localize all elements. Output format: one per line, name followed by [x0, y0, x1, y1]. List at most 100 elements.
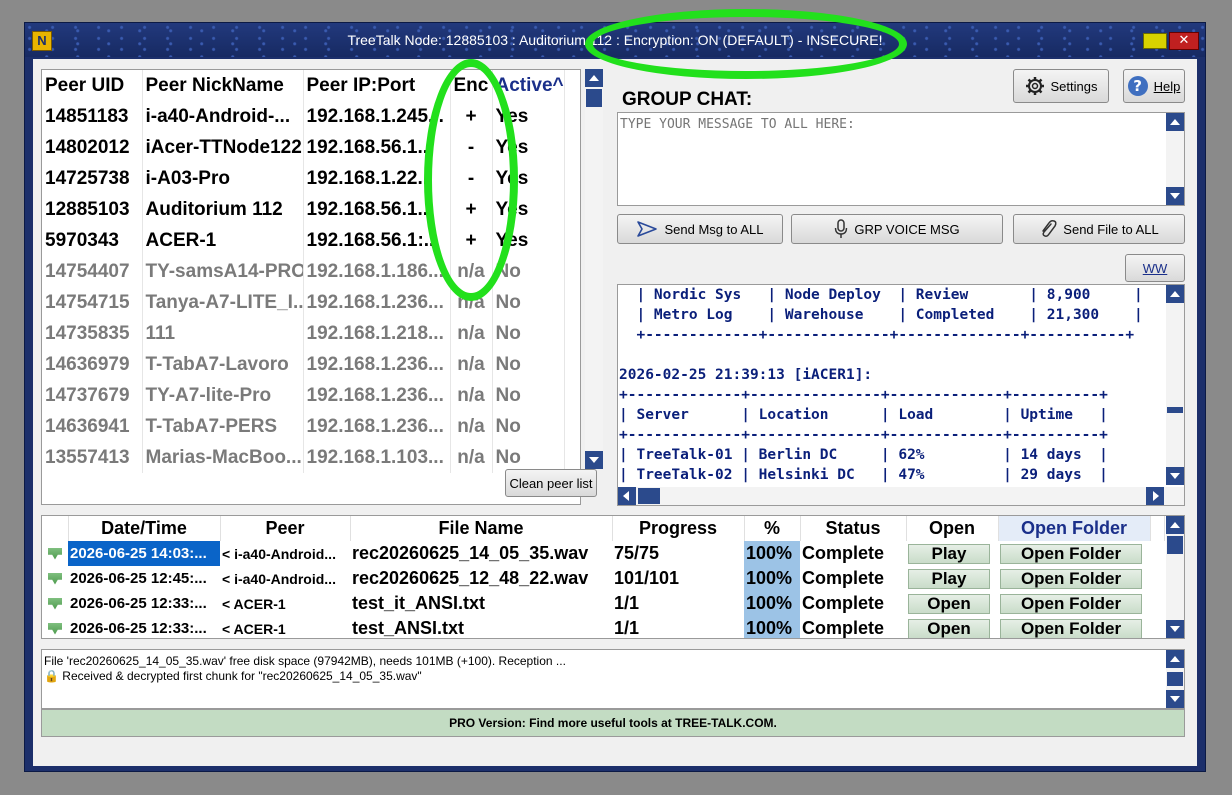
transfer-peer-cell: < ACER-1: [222, 620, 286, 637]
peer-row[interactable]: 5970343 ACER-1 192.168.56.1:... + Yes: [42, 225, 565, 256]
scroll-up-button[interactable]: [1166, 285, 1184, 303]
transfers-scrollbar[interactable]: [1166, 516, 1184, 638]
peer-nickname-cell: TY-samsA14-PRO: [142, 256, 304, 287]
scroll-down-button[interactable]: [1166, 690, 1184, 708]
peer-ip-cell: 192.168.56.1...: [303, 194, 451, 225]
peer-uid-cell: 14754407: [42, 256, 143, 287]
col-status[interactable]: Status: [800, 516, 907, 541]
peer-ip-cell: 192.168.56.1:...: [303, 225, 451, 256]
col-peer[interactable]: Peer: [220, 516, 351, 541]
peer-row[interactable]: 13557413 Marias-MacBoo... 192.168.1.103...…: [42, 442, 565, 473]
send-msg-all-button[interactable]: Send Msg to ALL: [617, 214, 783, 244]
peer-row[interactable]: 14725738 i-A03-Pro 192.168.1.22... - Yes: [42, 163, 565, 194]
gear-icon: [1025, 77, 1044, 95]
peer-ip-cell: 192.168.1.218...: [303, 318, 451, 349]
app-window: N TreeTalk Node: 12885103 : Auditorium 1…: [24, 22, 1206, 772]
col-peer-nickname[interactable]: Peer NickName: [142, 70, 304, 101]
settings-button[interactable]: Settings: [1013, 69, 1109, 103]
scroll-up-button[interactable]: [1166, 650, 1184, 668]
peer-row[interactable]: 14802012 iAcer-TTNode122 192.168.56.1... - Y…: [42, 132, 565, 163]
col-open[interactable]: Open: [906, 516, 999, 541]
scroll-thumb[interactable]: [1167, 407, 1183, 413]
scroll-thumb[interactable]: [638, 488, 660, 504]
message-input[interactable]: [618, 113, 1164, 203]
col-active[interactable]: Active^: [492, 70, 565, 101]
ww-button[interactable]: WW: [1125, 254, 1185, 282]
open-folder-button[interactable]: Open Folder: [1000, 594, 1142, 614]
scroll-up-button[interactable]: [1166, 113, 1184, 131]
transfer-row[interactable]: 2026-06-25 14:03:... < i-a40-Android... re…: [42, 541, 1164, 566]
chat-log-line: | Metro Log | Warehouse | Completed | 21…: [619, 307, 1143, 323]
transfer-row[interactable]: 2026-06-25 12:33:... < ACER-1 test_ANSI.tx…: [42, 616, 1164, 638]
peer-row[interactable]: 14851183 i-a40-Android-... 192.168.1.245..…: [42, 101, 565, 132]
scroll-up-button[interactable]: [585, 69, 603, 87]
scroll-down-button[interactable]: [1166, 467, 1184, 485]
scroll-right-button[interactable]: [1146, 487, 1164, 505]
message-input-scrollbar[interactable]: [1166, 113, 1184, 205]
minimize-icon[interactable]: [1143, 33, 1167, 49]
peer-row[interactable]: 14754407 TY-samsA14-PRO 192.168.1.186... n/…: [42, 256, 565, 287]
scroll-thumb[interactable]: [586, 89, 602, 107]
download-icon: [42, 566, 68, 591]
chat-log-scrollbar[interactable]: [1166, 285, 1184, 485]
open-file-button[interactable]: Open: [908, 594, 990, 614]
status-log-panel: File 'rec20260625_14_05_35.wav' free dis…: [41, 649, 1185, 709]
scroll-up-button[interactable]: [1166, 516, 1184, 534]
col-enc[interactable]: Enc: [450, 70, 493, 101]
peer-row[interactable]: 14735835 111 192.168.1.218... n/a No: [42, 318, 565, 349]
group-voice-msg-label: GRP VOICE MSG: [854, 221, 960, 237]
transfer-date-cell: 2026-06-25 12:33:...: [70, 620, 207, 637]
col-date-time[interactable]: Date/Time: [68, 516, 221, 541]
chat-log-line: [619, 345, 1165, 365]
status-log-line-2: 🔒 Received & decrypted first chunk for "…: [44, 669, 422, 683]
chat-log-hscrollbar[interactable]: [618, 487, 1184, 505]
peer-ip-cell: 192.168.1.103...: [303, 442, 451, 473]
scroll-left-button[interactable]: [618, 487, 636, 505]
peer-enc-cell: -: [450, 132, 493, 163]
clean-peer-list-button[interactable]: Clean peer list: [505, 469, 597, 497]
col-open-folder[interactable]: Open Folder: [998, 516, 1151, 541]
help-button[interactable]: ? Help: [1123, 69, 1185, 103]
scroll-down-button[interactable]: [1166, 187, 1184, 205]
open-folder-button[interactable]: Open Folder: [1000, 544, 1142, 564]
peer-row[interactable]: 14636979 T-TabA7-Lavoro 192.168.1.236... n/…: [42, 349, 565, 380]
open-file-button[interactable]: Open: [908, 619, 990, 638]
col-file-name[interactable]: File Name: [350, 516, 613, 541]
peer-enc-cell: +: [450, 194, 493, 225]
scroll-down-button[interactable]: [1166, 620, 1184, 638]
send-file-all-button[interactable]: Send File to ALL: [1013, 214, 1185, 244]
close-icon[interactable]: ✕: [1169, 32, 1199, 50]
chat-log-line: +-------------+--------------+----------…: [619, 327, 1135, 343]
scroll-down-button[interactable]: [585, 451, 603, 469]
open-file-button[interactable]: Play: [908, 544, 990, 564]
open-folder-button[interactable]: Open Folder: [1000, 569, 1142, 589]
transfer-progress-cell: 1/1: [614, 618, 640, 638]
title-bar[interactable]: N TreeTalk Node: 12885103 : Auditorium 1…: [25, 23, 1205, 57]
help-icon: ?: [1127, 76, 1148, 96]
status-log-scrollbar[interactable]: [1166, 650, 1184, 708]
open-file-button[interactable]: Play: [908, 569, 990, 589]
peer-row[interactable]: 12885103 Auditorium 112 192.168.56.1... + Ye…: [42, 194, 565, 225]
clean-peer-list-label: Clean peer list: [509, 475, 593, 491]
status-log-line-1: File 'rec20260625_14_05_35.wav' free dis…: [44, 654, 566, 668]
scroll-thumb[interactable]: [1167, 536, 1183, 554]
send-msg-all-label: Send Msg to ALL: [664, 221, 764, 237]
help-label: Help: [1153, 78, 1181, 94]
col-progress[interactable]: Progress: [612, 516, 745, 541]
col-peer-ip[interactable]: Peer IP:Port: [303, 70, 451, 101]
peer-table-box: Peer UID Peer NickName Peer IP:Port Enc …: [41, 69, 581, 505]
peer-list-scrollbar[interactable]: [585, 69, 603, 469]
peer-uid-cell: 14802012: [42, 132, 143, 163]
col-percent[interactable]: %: [744, 516, 801, 541]
scroll-thumb[interactable]: [1167, 672, 1183, 686]
open-folder-button[interactable]: Open Folder: [1000, 619, 1142, 638]
group-voice-msg-button[interactable]: GRP VOICE MSG: [791, 214, 1003, 244]
footer-banner[interactable]: PRO Version: Find more useful tools at T…: [41, 709, 1185, 737]
col-peer-uid[interactable]: Peer UID: [42, 70, 143, 101]
download-icon: [42, 591, 68, 616]
peer-row[interactable]: 14737679 TY-A7-lite-Pro 192.168.1.236... n/…: [42, 380, 565, 411]
transfer-row[interactable]: 2026-06-25 12:33:... < ACER-1 test_it_ANSI…: [42, 591, 1164, 616]
peer-row[interactable]: 14636941 T-TabA7-PERS 192.168.1.236... n/a N…: [42, 411, 565, 442]
transfer-row[interactable]: 2026-06-25 12:45:... < i-a40-Android... re…: [42, 566, 1164, 591]
peer-row[interactable]: 14754715 Tanya-A7-LITE_I... 192.168.1.236.…: [42, 287, 565, 318]
